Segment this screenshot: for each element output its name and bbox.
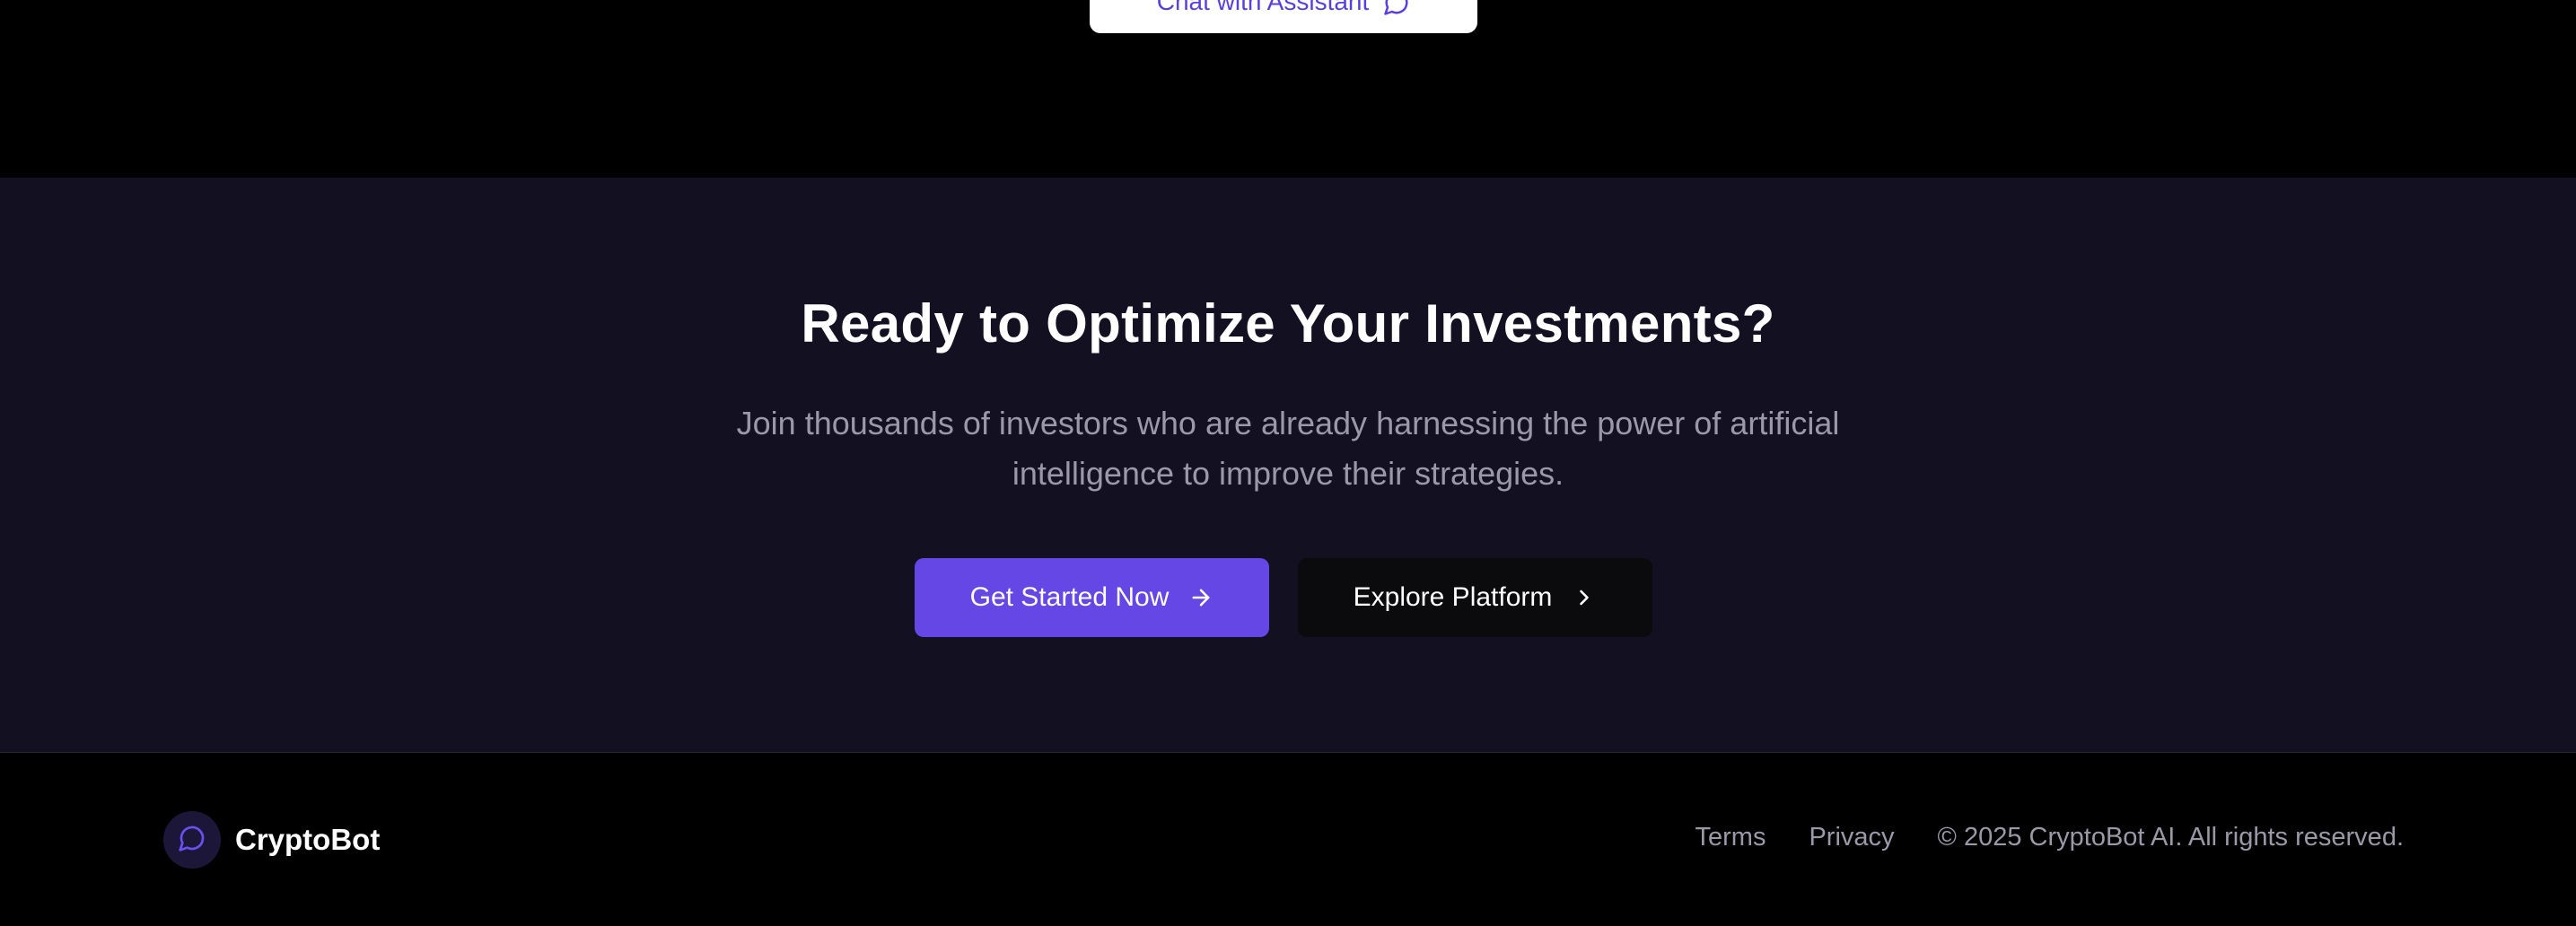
message-circle-icon	[178, 824, 206, 857]
footer-links: Terms Privacy © 2025 CryptoBot AI. All r…	[1695, 823, 2404, 852]
arrow-right-icon	[1188, 585, 1214, 610]
chat-button-label: Chat with Assistant	[1156, 0, 1370, 15]
copyright-text: © 2025 CryptoBot AI. All rights reserved…	[1937, 823, 2404, 852]
explore-platform-label: Explore Platform	[1353, 582, 1553, 612]
terms-link[interactable]: Terms	[1695, 823, 1766, 852]
chat-with-assistant-button[interactable]: Chat with Assistant	[1090, 0, 1477, 33]
message-circle-icon	[1383, 0, 1410, 16]
footer: CryptoBot Terms Privacy © 2025 CryptoBot…	[0, 753, 2576, 926]
chevron-right-icon	[1572, 585, 1597, 610]
brand-name: CryptoBot	[235, 823, 381, 856]
brand-logo	[163, 811, 221, 869]
privacy-link[interactable]: Privacy	[1809, 823, 1894, 852]
cta-subtitle: Join thousands of investors who are alre…	[736, 405, 1840, 492]
footer-brand[interactable]: CryptoBot	[163, 811, 380, 869]
get-started-button[interactable]: Get Started Now	[915, 558, 1269, 637]
cta-section: Ready to Optimize Your Investments? Join…	[0, 178, 2576, 753]
explore-platform-button[interactable]: Explore Platform	[1298, 558, 1652, 637]
cta-title: Ready to Optimize Your Investments?	[801, 293, 1775, 354]
top-section: Chat with Assistant	[0, 0, 2576, 178]
get-started-label: Get Started Now	[969, 582, 1170, 612]
